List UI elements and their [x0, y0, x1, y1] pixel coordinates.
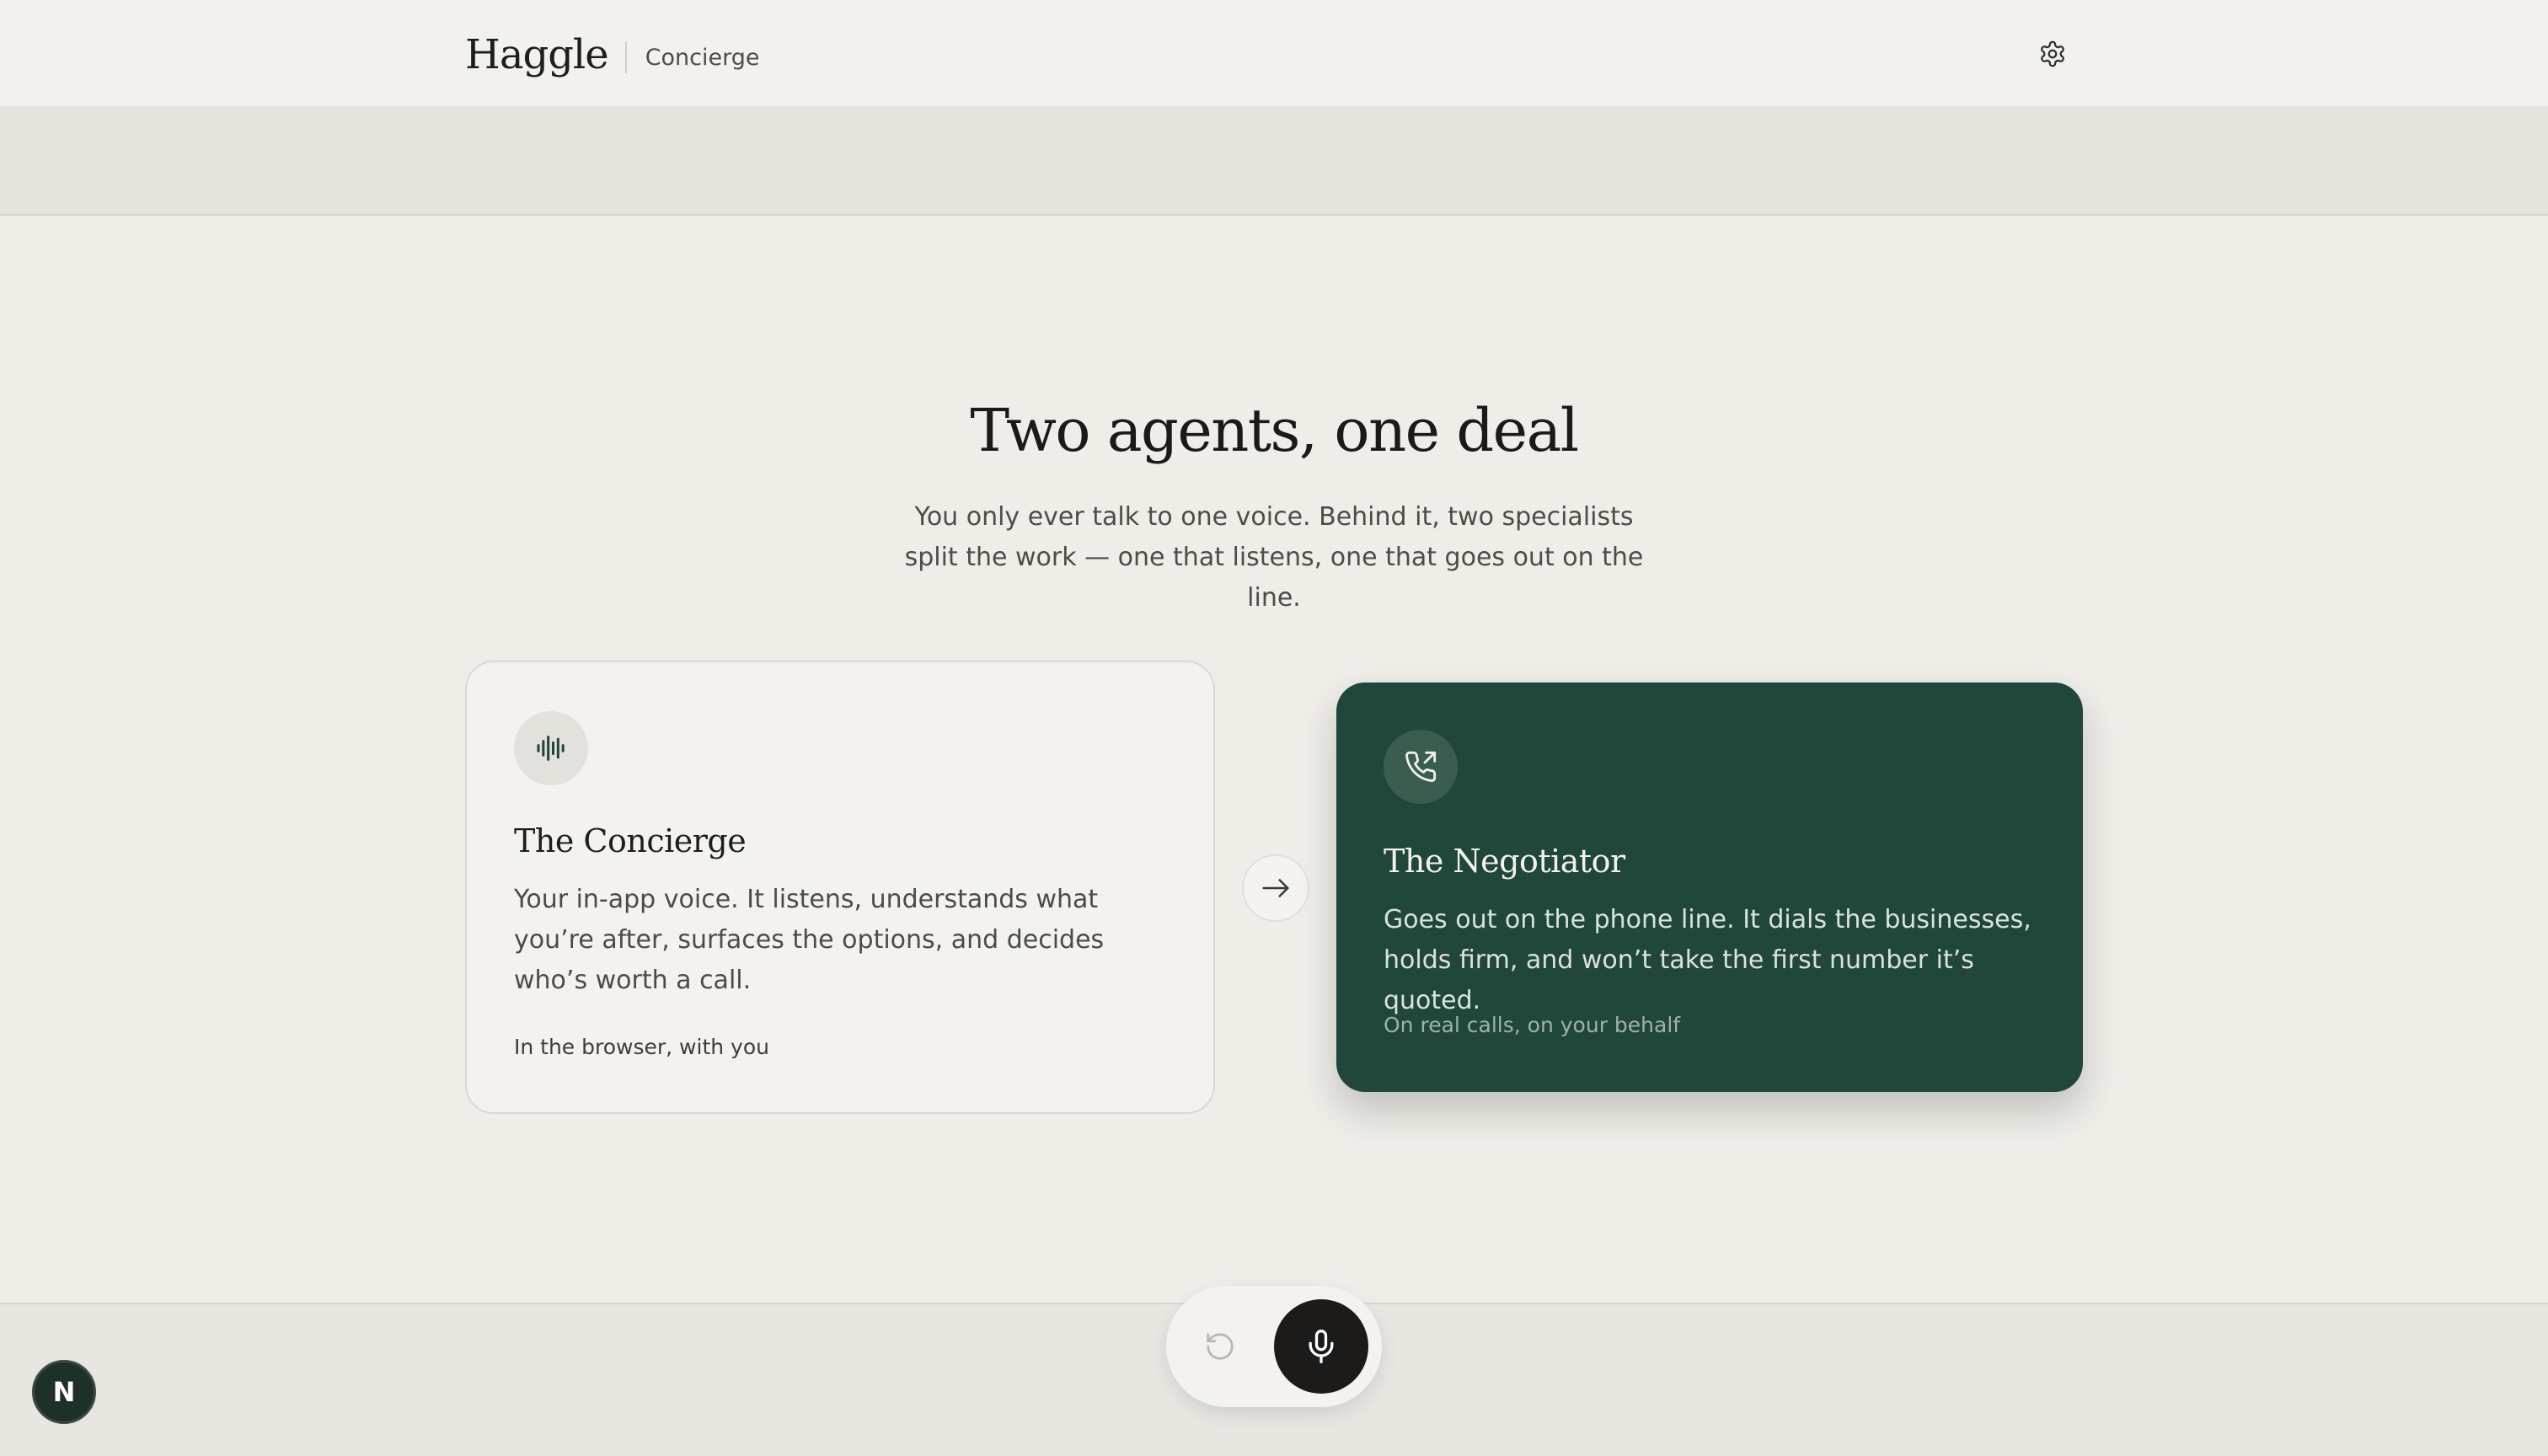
page-title: Two agents, one deal — [970, 396, 1579, 465]
negotiator-icon-badge — [1384, 730, 1458, 804]
page-subtitle: You only ever talk to one voice. Behind … — [904, 502, 1644, 613]
negotiator-footer: On real calls, on your behalf — [1384, 1013, 1681, 1037]
negotiator-title: The Negotiator — [1384, 843, 1625, 880]
brand-divider — [624, 41, 627, 73]
concierge-icon-badge — [514, 711, 588, 785]
flow-arrow-button[interactable] — [1242, 854, 1309, 922]
concierge-footer: In the browser, with you — [514, 1035, 769, 1059]
audio-waveform-icon — [537, 736, 565, 761]
top-bar: Haggle Concierge — [0, 0, 2548, 106]
brand-name: Haggle — [465, 31, 609, 78]
negotiator-card: The Negotiator Goes out on the phone lin… — [1336, 682, 2083, 1092]
avatar[interactable]: N — [32, 1360, 96, 1424]
reset-icon — [1207, 1333, 1234, 1360]
negotiator-description: Goes out on the phone line. It dials the… — [1384, 905, 2031, 1015]
phone-outgoing-icon — [1405, 751, 1437, 782]
concierge-description: Your in-app voice. It listens, understan… — [514, 885, 1105, 995]
settings-button[interactable] — [2032, 34, 2073, 74]
microphone-icon — [1309, 1330, 1334, 1363]
brand[interactable]: Haggle Concierge — [465, 25, 760, 84]
concierge-card: The Concierge Your in-app voice. It list… — [465, 661, 1215, 1114]
header-band — [0, 106, 2548, 216]
section-label: Concierge — [645, 44, 760, 71]
microphone-button[interactable] — [1274, 1299, 1368, 1394]
voice-controls — [1166, 1286, 1382, 1407]
reset-button[interactable] — [1196, 1323, 1244, 1370]
arrow-right-icon — [1262, 879, 1289, 897]
concierge-title: The Concierge — [514, 822, 747, 859]
gear-icon — [2041, 40, 2064, 67]
